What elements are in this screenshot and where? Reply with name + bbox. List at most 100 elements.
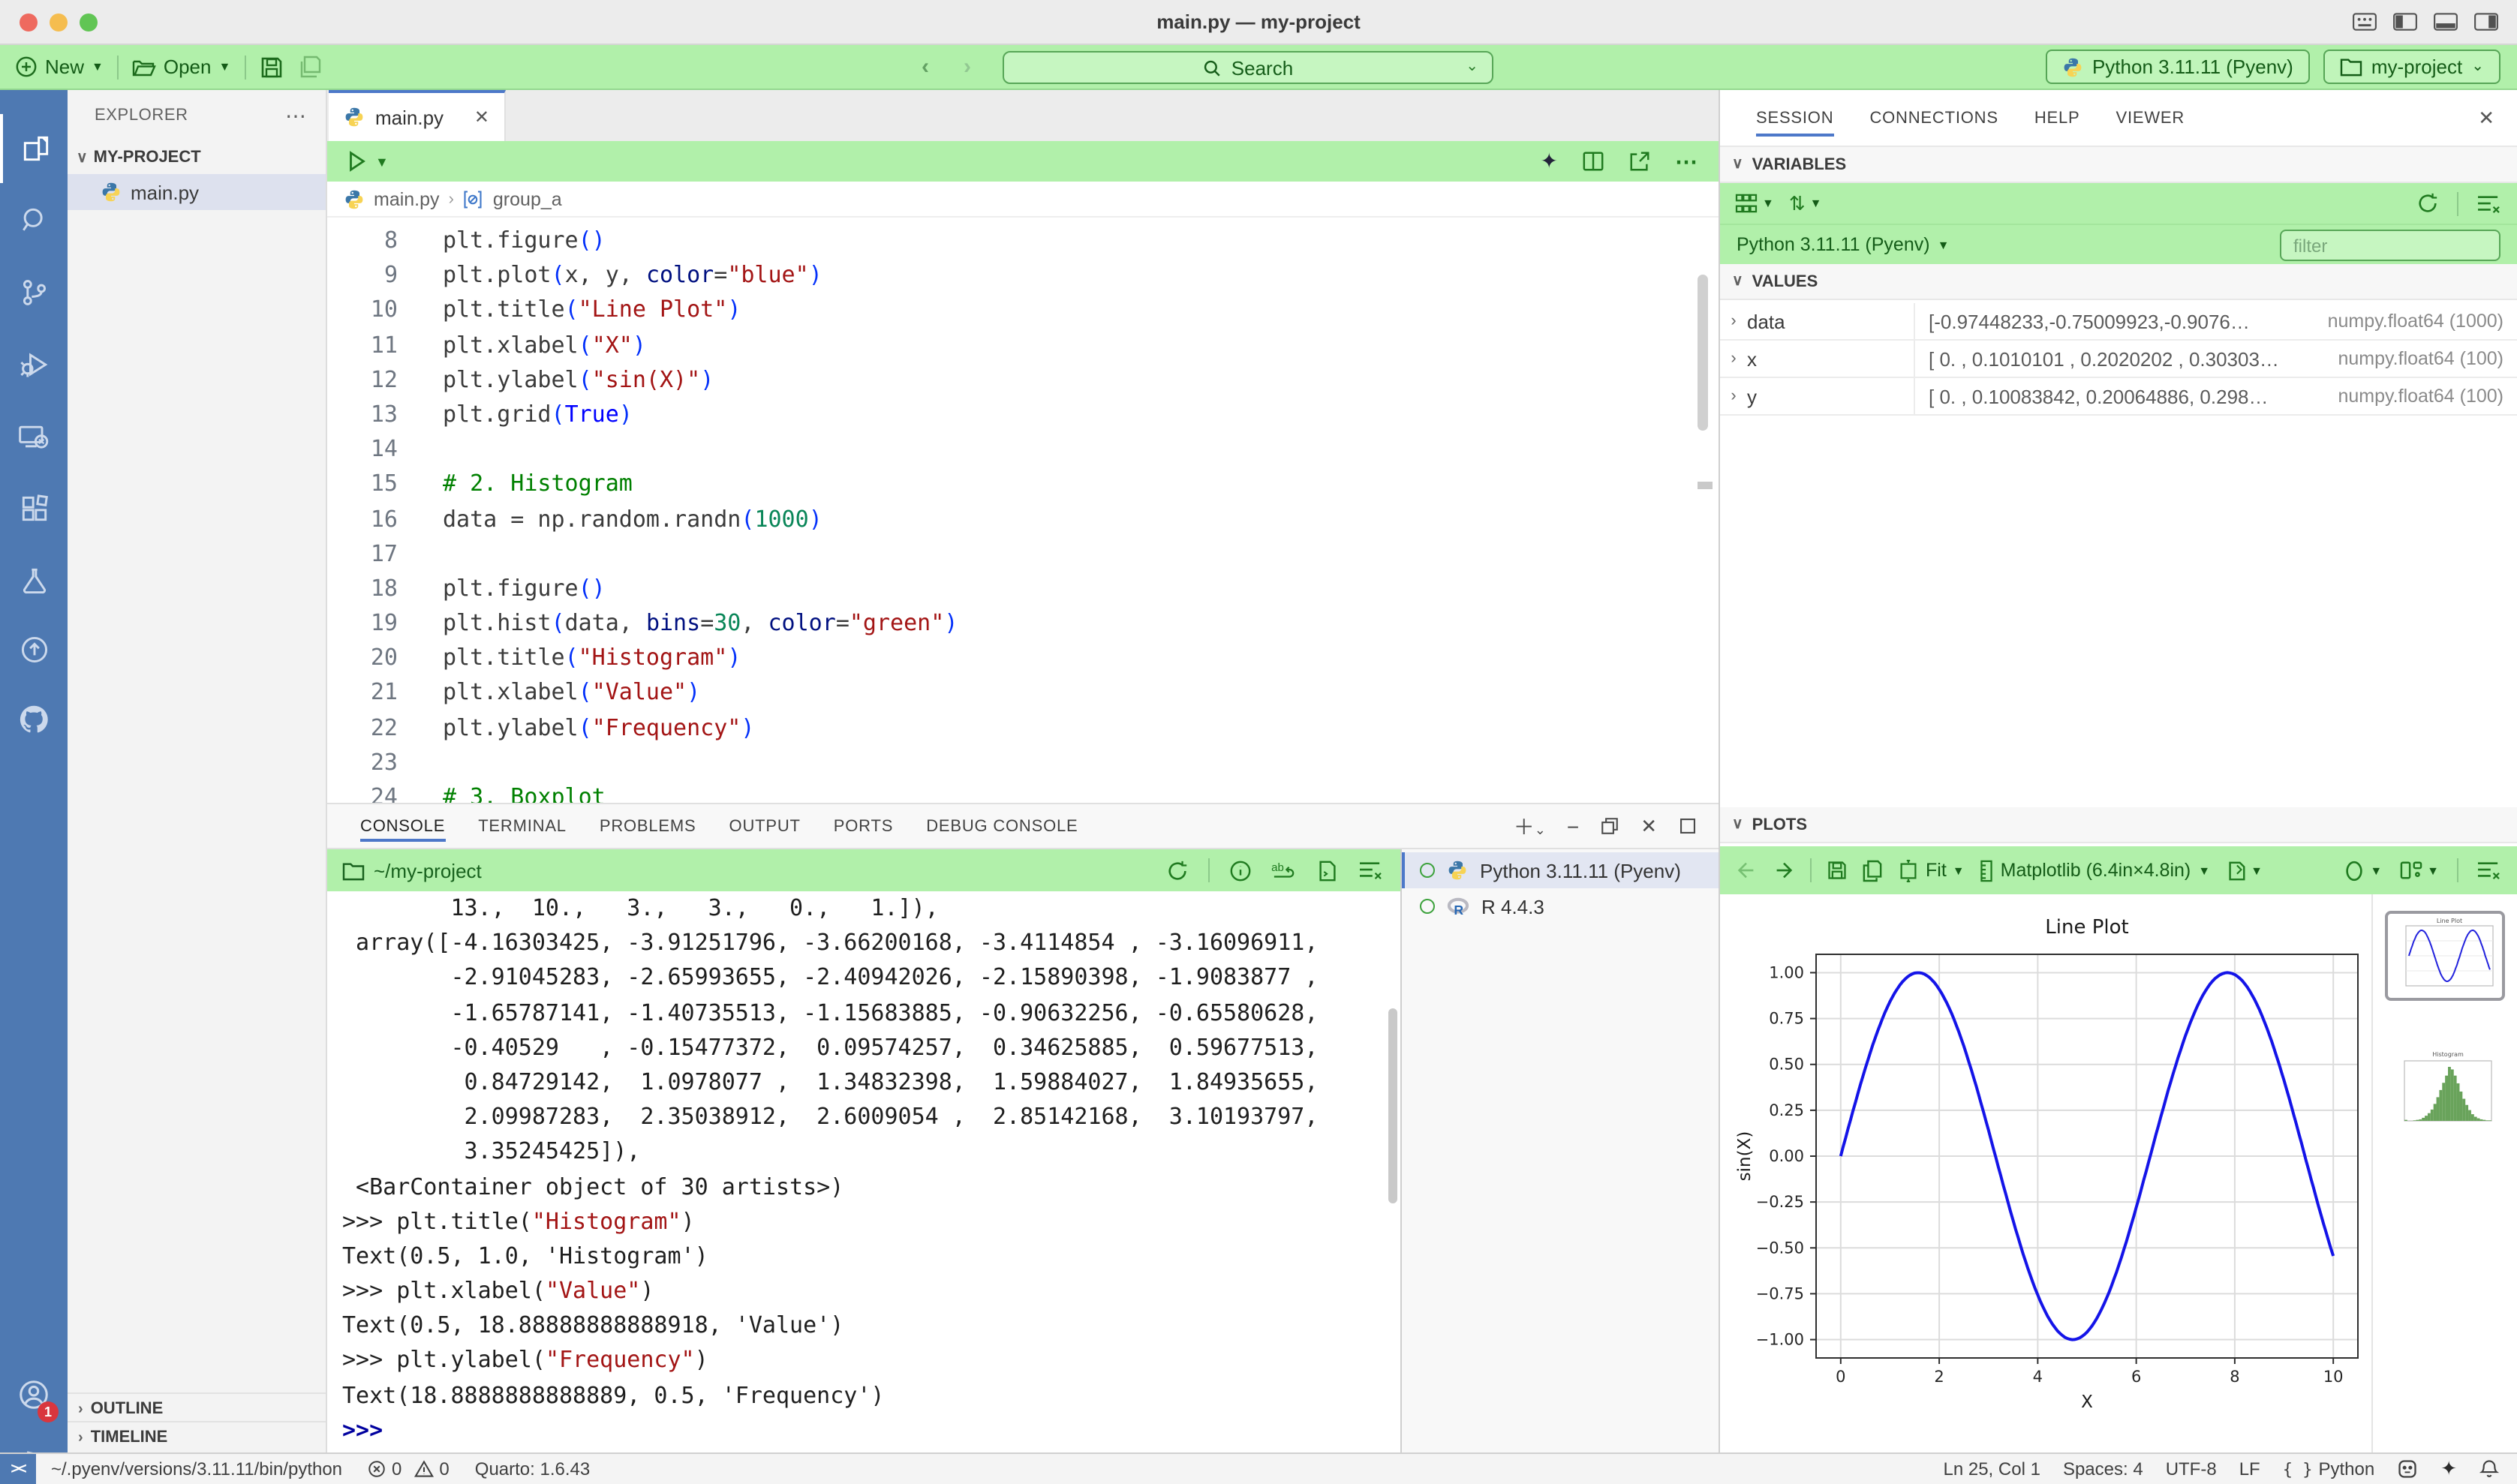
clear-plots-icon[interactable] — [2476, 860, 2500, 881]
save-all-button[interactable] — [296, 55, 323, 79]
source-control-icon[interactable] — [0, 258, 68, 327]
indentation[interactable]: Spaces: 4 — [2063, 1458, 2143, 1479]
code-line[interactable]: 14 — [327, 432, 1719, 467]
tab-mainpy[interactable]: main.py ✕ — [329, 90, 506, 141]
eol-sequence[interactable]: LF — [2239, 1458, 2260, 1479]
variable-row-x[interactable]: ›x[ 0. , 0.1010101 , 0.2020202 , 0.30303… — [1720, 341, 2517, 378]
minimize-panel-icon[interactable]: − — [1567, 814, 1579, 838]
run-script-icon[interactable] — [1316, 859, 1339, 882]
testing-icon[interactable] — [0, 546, 68, 615]
plot-thumbnail-histogram[interactable]: Histogram — [2385, 1046, 2505, 1133]
variables-section-header[interactable]: ∨VARIABLES — [1720, 147, 2517, 183]
code-line[interactable]: 16data = np.random.randn(1000) — [327, 502, 1719, 536]
copy-plot-icon[interactable] — [1863, 859, 1882, 882]
plot-thumbnail-line[interactable]: Line Plot — [2385, 911, 2505, 1001]
panel-tab-ports[interactable]: PORTS — [834, 804, 893, 848]
open-in-new-window-icon[interactable] — [1628, 150, 1651, 173]
project-root-item[interactable]: ∨MY-PROJECT — [68, 141, 326, 174]
plot-theme-icon[interactable]: ▼ — [2343, 859, 2382, 882]
restart-console-icon[interactable] — [1166, 859, 1189, 882]
sort-variables-icon[interactable]: ⇅▼ — [1789, 191, 1822, 215]
console-output[interactable]: 13., 10., 3., 3., 0., 1.]), array([-4.16… — [342, 891, 1393, 1452]
explorer-more-icon[interactable]: ⋯ — [285, 103, 308, 128]
quarto-version[interactable]: Quarto: 1.6.43 — [475, 1458, 590, 1479]
fit-plot-icon[interactable]: Fit▼ — [1897, 859, 1965, 882]
cursor-position[interactable]: Ln 25, Col 1 — [1944, 1458, 2040, 1479]
publish-icon[interactable] — [0, 615, 68, 684]
code-line[interactable]: 24# 3. Boxplot — [327, 780, 1719, 803]
refresh-variables-icon[interactable] — [2416, 192, 2439, 215]
code-line[interactable]: 22plt.ylabel("Frequency") — [327, 710, 1719, 745]
console-scrollbar[interactable] — [1388, 1008, 1397, 1203]
previous-plot-icon[interactable] — [1735, 860, 1758, 881]
variables-filter-input[interactable] — [2280, 230, 2500, 261]
sparkle-ai-icon[interactable]: ✦ — [1541, 149, 1558, 174]
code-line[interactable]: 12plt.ylabel("sin(X)") — [327, 363, 1719, 398]
extensions-icon[interactable] — [0, 474, 68, 543]
breadcrumb-symbol[interactable]: group_a — [493, 188, 562, 209]
github-icon[interactable] — [0, 684, 68, 753]
save-plot-icon[interactable] — [1827, 860, 1848, 881]
toggle-sidebar-left-icon[interactable] — [2392, 9, 2418, 35]
code-line[interactable]: 20plt.title("Histogram") — [327, 641, 1719, 676]
file-item-mainpy[interactable]: main.py — [68, 174, 326, 210]
plots-layout-icon[interactable]: ▼ — [2400, 860, 2439, 881]
explorer-icon[interactable] — [0, 114, 68, 183]
next-plot-icon[interactable] — [1773, 860, 1795, 881]
panel-tab-problems[interactable]: PROBLEMS — [600, 804, 696, 848]
plot-size-button[interactable]: Matplotlib (6.4in×4.8in)▼ — [1980, 859, 2210, 882]
right-tab-session[interactable]: SESSION — [1756, 90, 1833, 146]
sparkle-status-icon[interactable]: ✦ — [2440, 1457, 2457, 1481]
session-r[interactable]: RR 4.4.3 — [1402, 888, 1719, 924]
project-button[interactable]: my-project ⌄ — [2323, 50, 2500, 84]
panel-tab-output[interactable]: OUTPUT — [729, 804, 801, 848]
search-sidebar-icon[interactable] — [0, 186, 68, 255]
right-tab-connections[interactable]: CONNECTIONS — [1869, 90, 1998, 146]
export-plot-icon[interactable]: ▼ — [2225, 859, 2263, 882]
group-variables-icon[interactable]: ▼ — [1735, 194, 1774, 213]
tab-close-icon[interactable]: ✕ — [474, 107, 489, 128]
code-line[interactable]: 10plt.title("Line Plot") — [327, 293, 1719, 328]
panel-tab-debug-console[interactable]: DEBUG CONSOLE — [926, 804, 1078, 848]
language-mode[interactable]: { }Python — [2283, 1458, 2374, 1479]
word-wrap-icon[interactable]: ab — [1271, 859, 1297, 882]
session-python[interactable]: Python 3.11.11 (Pyenv) — [1402, 852, 1719, 888]
variable-row-data[interactable]: ›data[-0.97448233,-0.75009923,-0.9076…nu… — [1720, 303, 2517, 341]
panel-tab-console[interactable]: CONSOLE — [360, 804, 445, 848]
encoding[interactable]: UTF-8 — [2166, 1458, 2217, 1479]
plots-section-header[interactable]: ∨PLOTS — [1720, 807, 2517, 843]
run-debug-icon[interactable] — [0, 330, 68, 399]
code-line[interactable]: 18plt.figure() — [327, 572, 1719, 606]
new-terminal-icon[interactable]: ＋⌄ — [1514, 811, 1546, 841]
interpreter-path[interactable]: ~/.pyenv/versions/3.11.11/bin/python — [51, 1458, 342, 1479]
right-tab-viewer[interactable]: VIEWER — [2116, 90, 2185, 146]
variables-session-selector[interactable]: Python 3.11.11 (Pyenv)▼ — [1720, 224, 2517, 264]
maximize-panel-icon[interactable] — [1678, 816, 1698, 836]
current-plot[interactable]: 02468101.000.750.500.250.00−0.25−0.50−0.… — [1720, 894, 2373, 1452]
console-info-icon[interactable] — [1229, 859, 1252, 882]
variable-row-y[interactable]: ›y[ 0. , 0.10083842, 0.20064886, 0.298…n… — [1720, 378, 2517, 416]
code-editor[interactable]: 8plt.figure()9plt.plot(x, y, color="blue… — [327, 218, 1719, 803]
editor-scrollbar[interactable] — [1698, 275, 1708, 431]
problems-status[interactable]: 0 0 — [368, 1458, 450, 1479]
toggle-sidebar-right-icon[interactable] — [2473, 9, 2499, 35]
close-panel-icon[interactable]: ✕ — [1640, 814, 1657, 838]
breadcrumb-file[interactable]: main.py — [374, 188, 440, 209]
right-panel-close-icon[interactable]: ✕ — [2478, 106, 2494, 130]
notifications-bell-icon[interactable] — [2479, 1458, 2499, 1479]
interpreter-button[interactable]: Python 3.11.11 (Pyenv) — [2046, 50, 2310, 84]
outline-section[interactable]: ›OUTLINE — [68, 1392, 326, 1424]
feedback-icon[interactable] — [2397, 1458, 2418, 1479]
panel-tab-terminal[interactable]: TERMINAL — [478, 804, 567, 848]
code-line[interactable]: 8plt.figure() — [327, 224, 1719, 258]
nav-forward-icon[interactable]: › — [964, 54, 971, 80]
search-input[interactable]: Search ⌄ — [1003, 51, 1493, 84]
code-line[interactable]: 21plt.xlabel("Value") — [327, 676, 1719, 710]
code-line[interactable]: 17 — [327, 536, 1719, 571]
run-options-caret[interactable]: ▼ — [375, 154, 389, 169]
restore-panel-icon[interactable] — [1600, 816, 1619, 836]
code-line[interactable]: 15# 2. Histogram — [327, 467, 1719, 502]
save-button[interactable] — [259, 55, 283, 79]
run-file-button[interactable] — [345, 150, 368, 173]
clear-console-icon[interactable] — [1358, 860, 1382, 881]
